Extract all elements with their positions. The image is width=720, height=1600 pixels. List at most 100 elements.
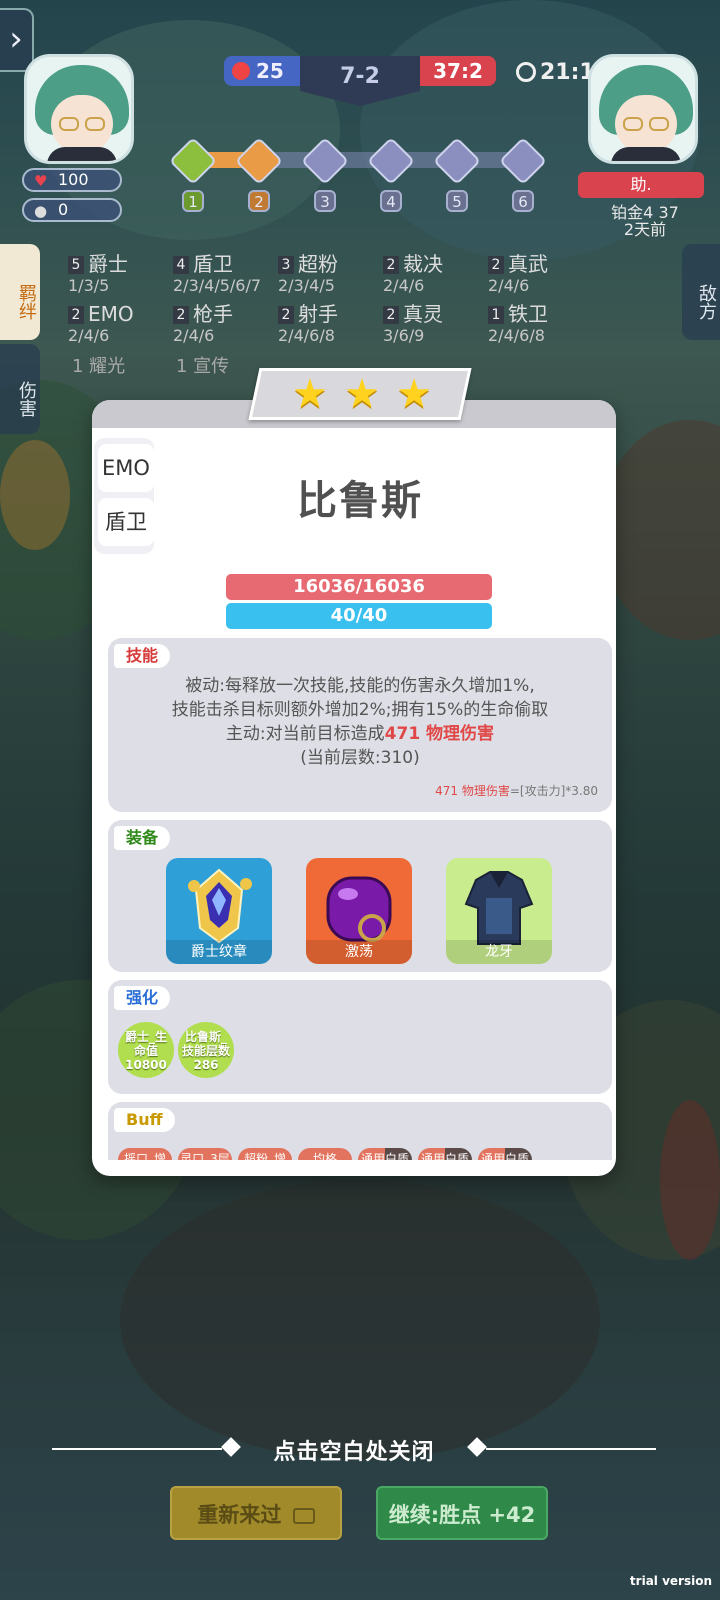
- buff-chip[interactable]: 超粉_增: [238, 1148, 292, 1160]
- equipment-name: 龙牙: [446, 940, 552, 964]
- synergy-count: 2: [488, 256, 504, 274]
- enhance-label: 强化: [114, 986, 171, 1010]
- video-icon: [292, 1508, 315, 1524]
- diamond-icon: [467, 1437, 487, 1457]
- opponent-avatar[interactable]: [588, 54, 698, 164]
- stage-number: 3: [314, 190, 336, 212]
- synergy-count: 2: [278, 306, 294, 324]
- opponent-rank: 铂金4 37 2天前: [600, 204, 690, 238]
- synergy-name: 真武: [508, 252, 548, 276]
- synergy-count: 2: [383, 306, 399, 324]
- equipment-name: 激荡: [306, 940, 412, 964]
- tab-damage[interactable]: 伤害: [0, 344, 40, 434]
- equipment-slot[interactable]: 爵士纹章: [166, 858, 272, 964]
- retry-label: 重新来过: [197, 1503, 282, 1527]
- opponent-rank-text: 铂金4 37: [611, 203, 679, 222]
- synergy-tiers: 2/4/6/8: [488, 326, 545, 345]
- synergy-count: 4: [173, 256, 189, 274]
- synergy-count: 2: [173, 306, 189, 324]
- formula-rest: =[攻击力]*3.80: [509, 784, 598, 798]
- trait-tags: EMO 盾卫: [94, 438, 154, 554]
- synergy-name: 超粉: [298, 252, 338, 276]
- diamond-icon: [221, 1437, 241, 1457]
- synergy-name: 爵士: [88, 252, 128, 276]
- clock-icon: [516, 62, 536, 82]
- trait-tag[interactable]: EMO: [98, 444, 154, 492]
- synergy-faint-item: 1 耀光: [72, 356, 126, 377]
- timer-value: 21:1: [540, 60, 595, 85]
- synergy-name: 铁卫: [508, 302, 548, 326]
- synergy-item[interactable]: 2 射手 2/4/6/8: [278, 302, 388, 346]
- enhance-line: 命值: [133, 1044, 158, 1058]
- opponent-time-text: 2天前: [623, 220, 667, 239]
- close-hint-row[interactable]: 点击空白处关闭: [52, 1434, 656, 1466]
- enhance-badge[interactable]: 比鲁斯_ 技能层数 286: [178, 1022, 234, 1078]
- buff-chip[interactable]: 通用白质: [478, 1148, 532, 1160]
- buff-chip[interactable]: 通用白质: [418, 1148, 472, 1160]
- buff-section: Buff 摇口_增 灵口_3层 超粉_增 均格 通用白质 通用白质 通用白质: [108, 1102, 612, 1160]
- synergy-count: 5: [68, 256, 84, 274]
- equipment-name: 爵士纹章: [166, 940, 272, 964]
- synergy-name: 裁决: [403, 252, 443, 276]
- stage-number: 2: [248, 190, 270, 212]
- synergy-tiers: 2/4/6: [173, 326, 215, 345]
- side-panel-toggle[interactable]: ›: [0, 8, 34, 72]
- synergy-tiers: 2/3/4/5/6/7: [173, 276, 262, 295]
- retry-button[interactable]: 重新来过: [170, 1486, 342, 1540]
- synergy-name: 枪手: [193, 302, 233, 326]
- divider-line: [52, 1448, 222, 1450]
- red-score: 37:2: [420, 56, 496, 86]
- buff-chip[interactable]: 通用白质: [358, 1148, 412, 1160]
- synergy-tiers: 2/4/6: [68, 326, 110, 345]
- continue-button[interactable]: 继续:胜点 +42: [376, 1486, 548, 1540]
- skill-section: 技能 被动:每释放一次技能,技能的伤害永久增加1%, 技能击杀目标则额外增加2%…: [108, 638, 612, 812]
- equipment-label: 装备: [114, 826, 171, 850]
- synergy-item[interactable]: 1 铁卫 2/4/6/8: [488, 302, 598, 346]
- synergy-item[interactable]: 2 真武 2/4/6: [488, 252, 598, 296]
- synergy-tiers: 2/4/6: [488, 276, 530, 295]
- hp-bar: 16036/16036: [226, 574, 492, 600]
- enhance-section: 强化 爵士_生 命值 10800 比鲁斯_ 技能层数 286: [108, 980, 612, 1094]
- synergy-item[interactable]: 2 裁决 2/4/6: [383, 252, 493, 296]
- hero-name: 比鲁斯: [297, 478, 423, 524]
- watermark: trial version: [629, 1574, 712, 1588]
- synergy-tiers: 3/6/9: [383, 326, 425, 345]
- close-hint[interactable]: 点击空白处关闭: [252, 1434, 456, 1466]
- divider-line: [486, 1448, 656, 1450]
- synergy-count: 3: [278, 256, 294, 274]
- synergy-item[interactable]: 3 超粉 2/3/4/5: [278, 252, 388, 296]
- tab-enemy[interactable]: 敌方: [682, 244, 720, 340]
- left-tabs: 羁绊 伤害: [0, 244, 40, 434]
- buff-chip[interactable]: 摇口_增: [118, 1148, 172, 1160]
- equipment-slot[interactable]: 龙牙: [446, 858, 552, 964]
- player-avatar[interactable]: [24, 54, 134, 164]
- synergy-count: 2: [68, 306, 84, 324]
- stage-number: 4: [380, 190, 402, 212]
- enhance-badge[interactable]: 爵士_生 命值 10800: [118, 1022, 174, 1078]
- synergy-count: 2: [383, 256, 399, 274]
- mana-bar: 40/40: [226, 603, 492, 629]
- stage-number: 1: [182, 190, 204, 212]
- synergy-tiers: 2/4/6: [383, 276, 425, 295]
- enhance-value: 10800: [125, 1058, 167, 1072]
- equipment-slot[interactable]: 激荡: [306, 858, 412, 964]
- synergy-item[interactable]: 2 EMO 2/4/6: [68, 302, 178, 346]
- formula-damage: 471 物理伤害: [435, 784, 510, 798]
- synergy-item[interactable]: 2 真灵 3/6/9: [383, 302, 493, 346]
- skill-line: (当前层数:310): [300, 748, 420, 768]
- blue-team-icon: [232, 62, 250, 80]
- heart-icon: ♥: [34, 172, 48, 190]
- tab-synergy[interactable]: 羁绊: [0, 244, 40, 340]
- buff-chip[interactable]: 均格: [298, 1148, 352, 1160]
- trait-tag[interactable]: 盾卫: [98, 498, 154, 546]
- star-icon: ★: [292, 371, 328, 417]
- synergy-item[interactable]: 2 枪手 2/4/6: [173, 302, 283, 346]
- synergy-name: 盾卫: [193, 252, 233, 276]
- buff-chip[interactable]: 灵口_3层: [178, 1148, 232, 1160]
- skill-label: 技能: [114, 644, 171, 668]
- health-value: 100: [58, 170, 89, 189]
- synergy-item[interactable]: 5 爵士 1/3/5: [68, 252, 178, 296]
- skill-description: 被动:每释放一次技能,技能的伤害永久增加1%, 技能击杀目标则额外增加2%;拥有…: [118, 674, 602, 770]
- synergy-item[interactable]: 4 盾卫 2/3/4/5/6/7: [173, 252, 283, 296]
- star-icon: ★: [344, 371, 380, 417]
